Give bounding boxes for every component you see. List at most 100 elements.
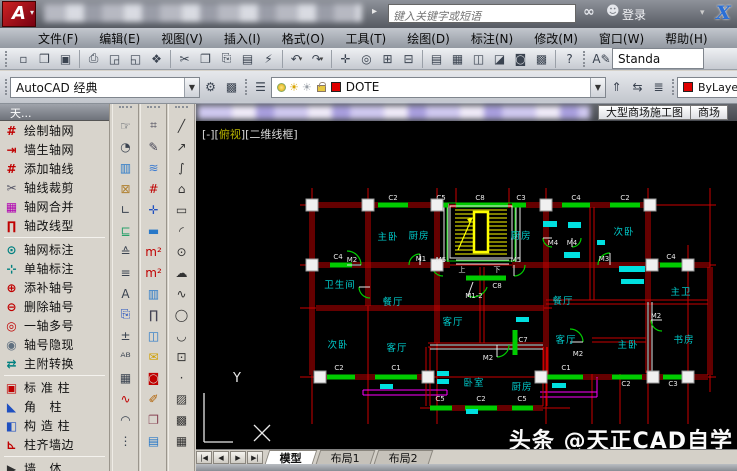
palette-item-axis-number-visibility[interactable]: ◉轴号隐现 (0, 335, 109, 354)
palette-item-add-axis-line[interactable]: #添加轴线 (0, 159, 109, 178)
menu-item-5[interactable]: 格式(O) (282, 30, 325, 47)
pick-tool-icon[interactable]: ☞ (115, 115, 137, 136)
palette-title[interactable]: 天... (0, 104, 109, 121)
markup-icon[interactable]: ◪ (489, 49, 510, 69)
color-combo[interactable]: ByLayer (677, 77, 737, 98)
toolbar-grip[interactable] (175, 106, 188, 113)
region-icon[interactable]: ▦ (171, 430, 193, 451)
undo-icon[interactable]: ↶▾ (286, 49, 307, 69)
spline-icon[interactable]: ∿ (171, 283, 193, 304)
door-opening-icon[interactable]: ∏ (143, 304, 165, 325)
column-layout-icon[interactable]: ▥ (115, 157, 137, 178)
layer-combo[interactable]: ☀ ☀ DOTE ▼ (271, 77, 606, 98)
slope-mark-icon[interactable]: ≙ (115, 241, 137, 262)
workspace-save-icon[interactable]: ▩ (221, 77, 242, 97)
properties-icon[interactable]: ▤ (426, 49, 447, 69)
menu-item-2[interactable]: 编辑(E) (99, 30, 140, 47)
match-properties-icon[interactable]: ⚡ (258, 49, 279, 69)
axis-grid-icon[interactable]: # (143, 178, 165, 199)
palette-item-corner-column[interactable]: ◣角 柱 (0, 397, 109, 416)
layout-nav-button-3[interactable]: ▶ (230, 451, 246, 464)
palette-item-axis-linetype[interactable]: ∏轴改线型 (0, 216, 109, 235)
zoom-window-icon[interactable]: ⊞ (377, 49, 398, 69)
line-icon[interactable]: ╱ (171, 115, 193, 136)
layer-freeze-sun-icon[interactable]: ☀ (289, 81, 299, 94)
toolbar-flyout-icon[interactable]: ▸ (372, 6, 377, 17)
copy-clip-icon[interactable]: ⎘ (115, 304, 137, 325)
column-cross-icon[interactable]: ✛ (143, 199, 165, 220)
construction-line-icon[interactable]: ↗ (171, 136, 193, 157)
login-link[interactable]: 登录 (622, 6, 646, 23)
area-m2-icon[interactable]: m² (143, 241, 165, 262)
chevron-down-icon[interactable]: ▼ (590, 78, 605, 97)
layer-previous-icon[interactable]: ⇆ (627, 77, 648, 97)
palette-item-standard-column[interactable]: ▣标 准 柱 (0, 378, 109, 397)
ellipse-arc-icon[interactable]: ◡ (171, 325, 193, 346)
ellipse-icon[interactable]: ◯ (171, 304, 193, 325)
arc-icon[interactable]: ◜ (171, 220, 193, 241)
tab-模型[interactable]: 模型 (265, 450, 318, 464)
model-canvas[interactable]: [-][俯视][二维线框] C2C5C8C3C4C2C4C4C8C2C1C1C2… (196, 121, 737, 449)
doc-tab-project[interactable]: 大型商场施工图 (598, 105, 691, 120)
workspace-combo[interactable]: AutoCAD 经典 ▼ (10, 77, 200, 98)
pan-icon[interactable]: ✛ (335, 49, 356, 69)
zoom-previous-icon[interactable]: ⊟ (398, 49, 419, 69)
layout-nav-button-1[interactable]: |◀ (196, 451, 212, 464)
clip-box-icon[interactable]: ⊠ (115, 178, 137, 199)
area-table-icon[interactable]: m² (143, 262, 165, 283)
palette-item-construction-column[interactable]: ◧构 造 柱 (0, 416, 109, 435)
palette-item-primary-secondary-swap[interactable]: ⇄主附转换 (0, 354, 109, 373)
autocad-logo-button[interactable]: A▾ (2, 1, 36, 27)
palette-item-wall-submenu[interactable]: ▶墙 体 (0, 459, 109, 471)
polyline-icon[interactable]: ∫ (171, 157, 193, 178)
search-input[interactable] (389, 8, 575, 25)
palette-item-multi-axis-number[interactable]: ◎一轴多号 (0, 316, 109, 335)
menu-item-10[interactable]: 窗口(W) (599, 30, 644, 47)
new-file-icon[interactable]: ▫ (13, 49, 34, 69)
calculator-icon[interactable]: ▩ (531, 49, 552, 69)
save-icon[interactable]: ▣ (55, 49, 76, 69)
more-tools-icon[interactable]: ⋮ (115, 430, 137, 451)
rectangle-icon[interactable]: ▭ (171, 199, 193, 220)
sheet-set-icon[interactable]: ◫ (468, 49, 489, 69)
page-setup-icon[interactable]: ◱ (125, 49, 146, 69)
tab-布局1[interactable]: 布局1 (316, 450, 376, 464)
window-tool-icon[interactable]: ◫ (143, 325, 165, 346)
menu-item-4[interactable]: 插入(I) (224, 30, 261, 47)
palette-item-single-axis-dimension[interactable]: ⊹单轴标注 (0, 259, 109, 278)
chevron-down-icon[interactable]: ▼ (184, 78, 199, 97)
search-binoculars-icon[interactable]: ∞ (583, 4, 595, 20)
toolbar-grip[interactable] (119, 106, 132, 113)
text-style-combo[interactable]: Standa (612, 48, 704, 69)
toolbar-grip[interactable] (245, 79, 247, 95)
palette-item-add-axis-number[interactable]: ⊕添补轴号 (0, 278, 109, 297)
toolbar-grip[interactable] (5, 51, 10, 67)
wall-segment-icon[interactable]: ▬ (143, 220, 165, 241)
menu-item-7[interactable]: 绘图(D) (407, 30, 450, 47)
publish-icon[interactable]: ❖ (146, 49, 167, 69)
open-file-icon[interactable]: ❒ (34, 49, 55, 69)
palette-item-merge-axis-grid[interactable]: ▦轴网合并 (0, 197, 109, 216)
zoom-realtime-icon[interactable]: ◎ (356, 49, 377, 69)
table-tool-icon[interactable]: ▦ (115, 367, 137, 388)
layer-lock-icon[interactable] (317, 85, 326, 92)
menu-item-1[interactable]: 文件(F) (38, 30, 78, 47)
menu-item-6[interactable]: 工具(T) (346, 30, 387, 47)
help-search-box[interactable] (388, 4, 576, 23)
circle-icon[interactable]: ⊙ (171, 241, 193, 262)
layer-stack-icon[interactable]: ≋ (143, 157, 165, 178)
menu-item-8[interactable]: 标注(N) (471, 30, 513, 47)
tool-palettes-icon[interactable]: ▦ (447, 49, 468, 69)
book-pages-icon[interactable]: ❐ (143, 409, 165, 430)
doc-tab-mall[interactable]: 商场 (690, 105, 728, 120)
gradient-icon[interactable]: ▩ (171, 409, 193, 430)
zoom-detail-icon[interactable]: ◔ (115, 136, 137, 157)
hatch-icon[interactable]: ▨ (171, 388, 193, 409)
multiline-icon[interactable]: ≡ (115, 262, 137, 283)
paste-icon[interactable]: ⎘ (216, 49, 237, 69)
level-mark-icon[interactable]: ⊑ (115, 220, 137, 241)
point-icon[interactable]: · (171, 367, 193, 388)
toolbar-grip[interactable] (147, 106, 160, 113)
palette-item-trim-axis-line[interactable]: ✂轴线裁剪 (0, 178, 109, 197)
elevation-mark-icon[interactable]: ± (115, 325, 137, 346)
